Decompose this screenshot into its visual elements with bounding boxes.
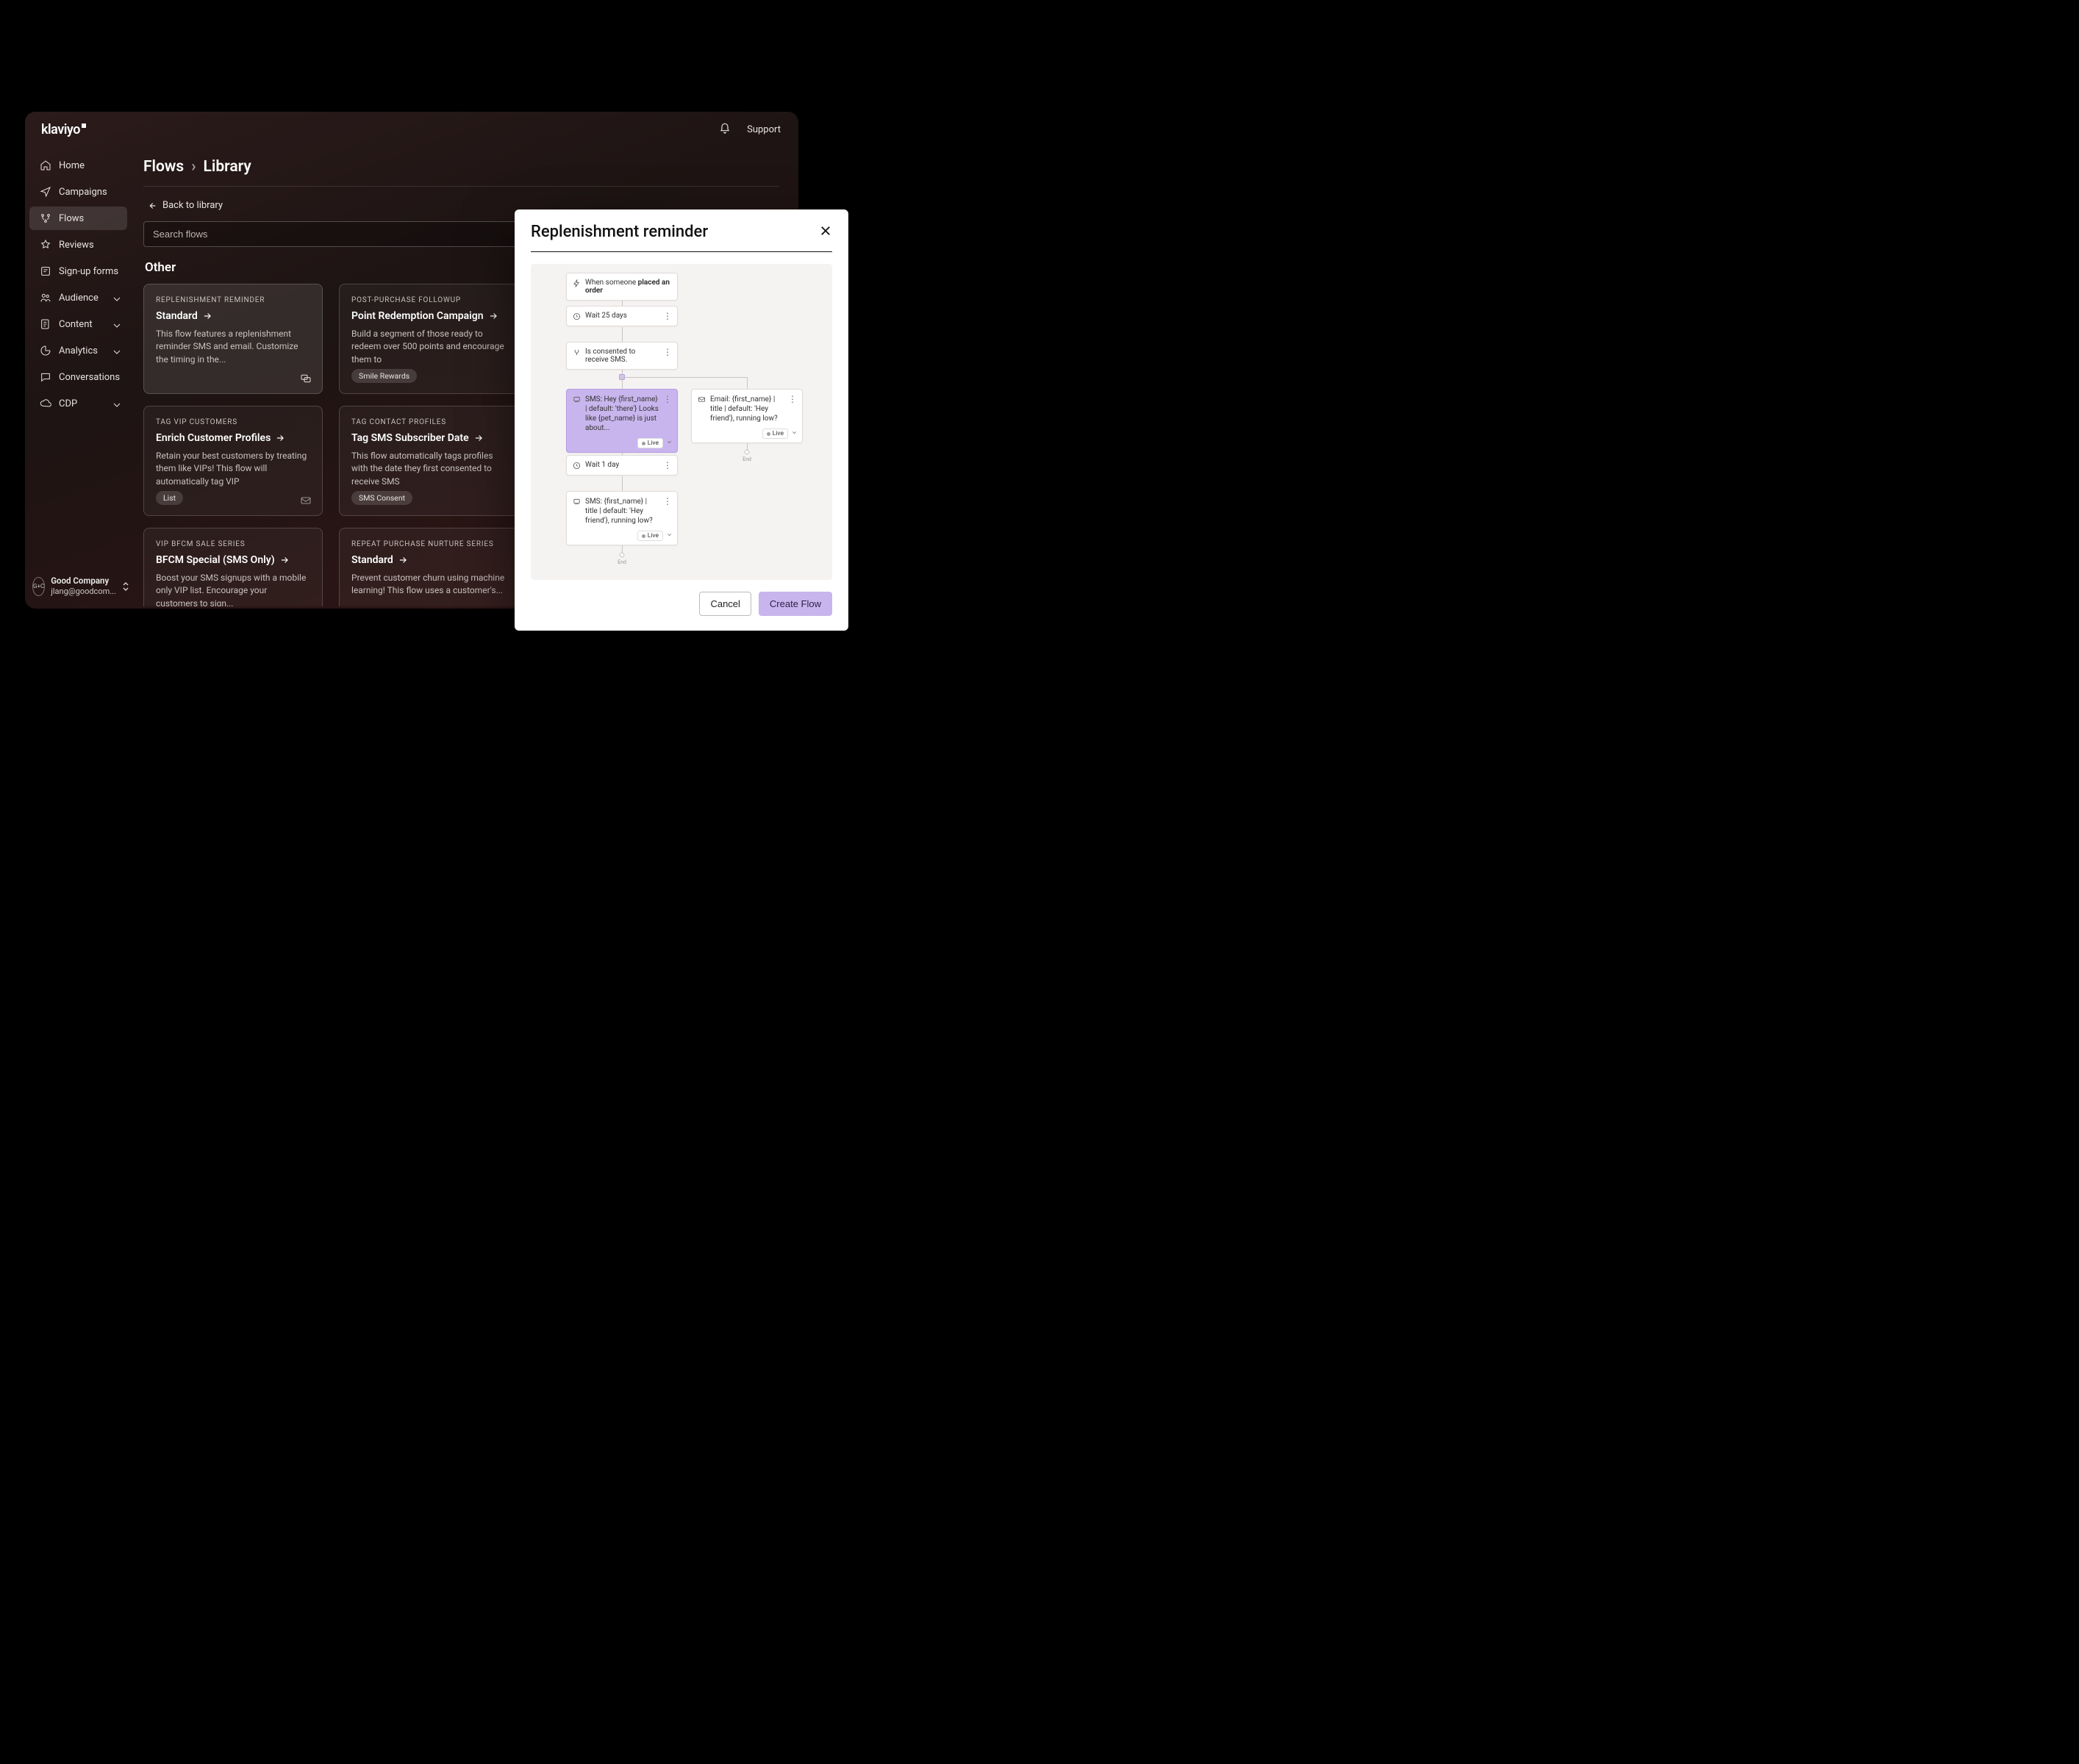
chevron-down-icon [111,320,120,329]
sidebar-item-label: Reviews [59,240,94,251]
more-icon[interactable]: ⋮ [663,395,671,404]
messages-icon [300,373,312,384]
create-flow-button[interactable]: Create Flow [759,592,832,616]
flow-card[interactable]: TAG CONTACT PROFILES Tag SMS Subscriber … [339,406,518,516]
support-link[interactable]: Support [747,124,781,135]
chevron-down-icon[interactable] [791,429,798,438]
card-tag: Smile Rewards [351,369,417,383]
flow-card[interactable]: REPLENISHMENT REMINDER Standard This flo… [143,284,323,394]
cancel-button[interactable]: Cancel [699,592,751,616]
split-node[interactable]: Is consented to receive SMS. ⋮ [566,342,678,370]
chevron-down-icon[interactable] [666,439,673,448]
card-title: Tag SMS Subscriber Date [351,432,506,444]
sidebar-item-label: Analytics [59,345,98,356]
wait-node[interactable]: Wait 1 day ⋮ [566,455,678,476]
modal-title: Replenishment reminder [531,223,708,241]
breadcrumb-root[interactable]: Flows [143,158,184,176]
brand-logo: klaviyo [41,122,80,137]
end-label: End [740,456,754,462]
sidebar-item-label: Conversations [59,372,120,383]
more-icon[interactable]: ⋮ [663,461,671,470]
card-desc: Prevent customer churn using machine lea… [351,572,506,598]
sidebar-item-reviews[interactable]: Reviews [29,233,127,257]
card-desc: Retain your best customers by treating t… [156,450,310,488]
card-eyebrow: REPLENISHMENT REMINDER [156,296,310,304]
chevron-right-icon: › [191,158,196,176]
card-eyebrow: TAG VIP CUSTOMERS [156,418,310,426]
sidebar-item-flows[interactable]: Flows [29,207,127,230]
card-title: BFCM Special (SMS Only) [156,554,310,566]
card-title: Standard [156,310,310,322]
sidebar-item-label: CDP [59,398,77,409]
flow-canvas: End End When someone placed an order Wai… [531,264,832,580]
card-eyebrow: TAG CONTACT PROFILES [351,418,506,426]
card-tag: List [156,491,183,505]
status-badge: Live [762,429,788,439]
sidebar-item-label: Audience [59,293,99,304]
card-eyebrow: VIP BFCM SALE SERIES [156,540,310,548]
wait-node[interactable]: Wait 25 days ⋮ [566,306,678,326]
card-title: Enrich Customer Profiles [156,432,310,444]
card-title: Point Redemption Campaign [351,310,506,322]
sidebar-item-home[interactable]: Home [29,154,127,177]
sidebar-item-content[interactable]: Content [29,312,127,336]
chevron-down-icon [111,399,120,408]
updown-icon [122,582,129,591]
card-tag: SMS Consent [351,491,412,505]
card-desc: This flow automatically tags profiles wi… [351,450,506,488]
account-switcher[interactable]: G+C Good Company jlang@goodcom... [25,569,132,606]
sidebar-item-label: Sign-up forms [59,266,118,277]
chevron-down-icon [111,293,120,302]
flow-preview-modal: Replenishment reminder End End When some… [515,209,848,631]
account-email: jlang@goodcom... [51,587,116,596]
card-desc: Build a segment of those ready to redeem… [351,328,506,366]
close-button[interactable] [819,224,832,240]
sms-node-highlighted[interactable]: SMS: Hey {first_name} | default: 'there'… [566,389,678,453]
more-icon[interactable]: ⋮ [663,312,671,320]
end-label: End [615,559,629,565]
sidebar: Home Campaigns Flows Reviews Sign-up for… [25,145,132,606]
sidebar-item-audience[interactable]: Audience [29,286,127,309]
status-badge: Live [637,531,663,541]
status-badge: Live [637,438,663,448]
breadcrumb-leaf: Library [204,158,251,176]
sidebar-item-label: Campaigns [59,187,107,198]
card-desc: Boost your SMS signups with a mobile onl… [156,572,310,606]
company-name: Good Company [51,576,116,587]
card-eyebrow: REPEAT PURCHASE NURTURE SERIES [351,540,506,548]
chevron-down-icon[interactable] [666,531,673,540]
more-icon[interactable]: ⋮ [663,497,671,506]
sidebar-item-campaigns[interactable]: Campaigns [29,180,127,204]
sidebar-item-label: Home [59,160,85,171]
mail-icon [300,495,312,506]
sidebar-item-label: Flows [59,213,84,224]
sidebar-item-label: Content [59,319,93,330]
flow-card[interactable]: TAG VIP CUSTOMERS Enrich Customer Profil… [143,406,323,516]
sidebar-item-conversations[interactable]: Conversations [29,365,127,389]
sms-node[interactable]: SMS: {first_name} | title | default: 'He… [566,491,678,545]
flow-card[interactable]: VIP BFCM SALE SERIES BFCM Special (SMS O… [143,528,323,606]
card-title: Standard [351,554,506,566]
breadcrumb: Flows › Library [143,158,779,187]
avatar: G+C [32,577,45,596]
flow-card[interactable]: POST-PURCHASE FOLLOWUP Point Redemption … [339,284,518,394]
trigger-node[interactable]: When someone placed an order [566,273,678,301]
flow-card[interactable]: REPEAT PURCHASE NURTURE SERIES Standard … [339,528,518,606]
topbar: klaviyo Support [25,112,798,145]
sidebar-item-analytics[interactable]: Analytics [29,339,127,362]
chevron-down-icon [111,346,120,355]
email-node[interactable]: Email: {first_name} | title | default: '… [691,389,803,443]
card-eyebrow: POST-PURCHASE FOLLOWUP [351,296,506,304]
more-icon[interactable]: ⋮ [663,348,671,356]
sidebar-item-signup-forms[interactable]: Sign-up forms [29,259,127,283]
bell-icon[interactable] [719,123,731,137]
card-desc: This flow features a replenishment remin… [156,328,310,366]
back-link[interactable]: Back to library [146,200,223,211]
sidebar-item-cdp[interactable]: CDP [29,392,127,415]
back-link-label: Back to library [162,200,223,211]
more-icon[interactable]: ⋮ [788,395,796,404]
